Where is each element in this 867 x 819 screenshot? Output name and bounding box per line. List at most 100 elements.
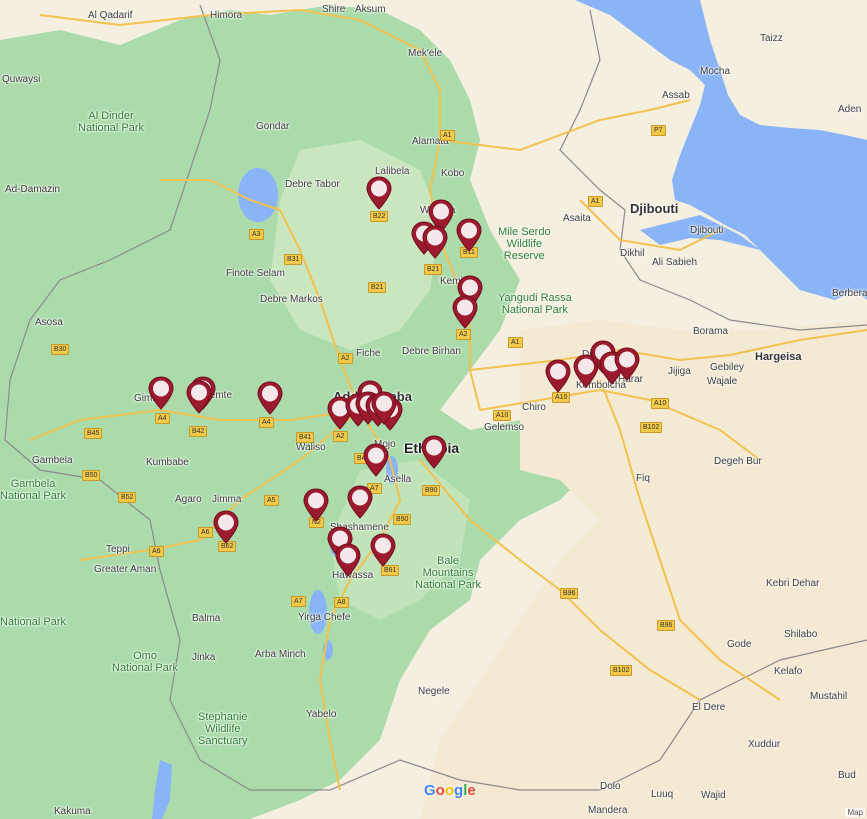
- label-debre-markos: Debre Markos: [260, 294, 323, 305]
- label-wajid: Wajid: [701, 790, 726, 801]
- road-shield: A6: [198, 527, 213, 538]
- label-arba-minch: Arba Minch: [255, 649, 306, 660]
- label-assab: Assab: [662, 90, 690, 101]
- map-pin-icon[interactable]: [347, 485, 373, 519]
- park-boma: National Park: [0, 616, 67, 628]
- road-shield: B50: [82, 470, 101, 481]
- map-pin-icon[interactable]: [335, 543, 361, 577]
- label-aden: Aden: [838, 104, 862, 115]
- map-pin-icon[interactable]: [614, 347, 640, 381]
- label-asosa: Asosa: [35, 317, 63, 328]
- map-viewport[interactable]: Ethiopia Djibouti Addis Ababa Hargeisa A…: [0, 0, 867, 819]
- label-mocha: Mocha: [700, 66, 731, 77]
- label-gondar: Gondar: [256, 121, 290, 132]
- park-stephanie: Stephanie Wildlife Sanctuary: [198, 711, 248, 747]
- road-shield: B96: [560, 588, 579, 599]
- map-pin-icon[interactable]: [213, 510, 239, 544]
- road-shield: B41: [296, 432, 315, 443]
- map-pin-icon[interactable]: [371, 391, 397, 425]
- label-kelafo: Kelafo: [774, 666, 803, 677]
- road-shield: A10: [493, 410, 512, 421]
- map-pin-icon[interactable]: [148, 376, 174, 410]
- park-yangudi-rassa: Yangudi Rassa National Park: [498, 292, 572, 316]
- label-dikhil: Dikhil: [620, 248, 645, 259]
- road-shield: A4: [259, 417, 274, 428]
- label-el-dere: El Dere: [692, 702, 726, 713]
- google-logo: Google: [424, 782, 476, 799]
- label-aksum: Aksum: [355, 4, 386, 15]
- map-pin-icon[interactable]: [257, 381, 283, 415]
- label-fiche: Fiche: [356, 348, 381, 359]
- label-kumbabe: Kumbabe: [146, 457, 189, 468]
- label-berbera: Berbera: [832, 288, 867, 299]
- label-wajale: Wajale: [707, 376, 738, 387]
- road-shield: B31: [284, 254, 303, 265]
- road-shield: B21: [368, 282, 387, 293]
- label-yabelo: Yabelo: [306, 709, 337, 720]
- road-shield: A3: [249, 229, 264, 240]
- label-kakuma: Kakuma: [54, 806, 91, 817]
- label-gambela: Gambela: [32, 455, 73, 466]
- road-shield: A5: [264, 495, 279, 506]
- road-shield: B102: [640, 422, 663, 433]
- map-pin-icon[interactable]: [366, 176, 392, 210]
- map-attribution[interactable]: Map: [845, 808, 865, 817]
- road-shield: A10: [651, 398, 670, 409]
- label-chiro: Chiro: [522, 402, 546, 413]
- label-mustahil: Mustahil: [810, 691, 848, 702]
- road-shield: A4: [155, 413, 170, 424]
- label-shire: Shire: [322, 4, 346, 15]
- road-shield: B52: [118, 492, 137, 503]
- label-mandera: Mandera: [588, 805, 628, 816]
- map-pin-icon[interactable]: [452, 295, 478, 329]
- label-debre-tabor: Debre Tabor: [285, 179, 340, 190]
- park-mile-serdo: Mile Serdo Wildlife Reserve: [498, 226, 551, 262]
- label-himora: Himora: [210, 10, 243, 21]
- label-taizz: Taizz: [760, 33, 783, 44]
- road-shield: A2: [456, 329, 471, 340]
- label-jimma: Jimma: [212, 494, 242, 505]
- map-pin-icon[interactable]: [456, 218, 482, 252]
- label-gelemso: Gelemso: [484, 422, 525, 433]
- road-shield: A7: [291, 596, 306, 607]
- label-debre-birhan: Debre Birhan: [402, 346, 461, 357]
- road-shield: B90: [393, 514, 412, 525]
- road-shield: A6: [149, 546, 164, 557]
- label-negele: Negele: [418, 686, 450, 697]
- label-djibouti-city: Djibouti: [690, 225, 724, 236]
- label-xuddur: Xuddur: [748, 739, 781, 750]
- label-kebri-dehar: Kebri Dehar: [766, 578, 820, 589]
- label-degeh-bur: Degeh Bur: [714, 456, 762, 467]
- label-ali-sabieh: Ali Sabieh: [652, 257, 698, 268]
- road-shield: A2: [333, 431, 348, 442]
- road-shield: A2: [338, 353, 353, 364]
- label-borama: Borama: [693, 326, 729, 337]
- road-shield: B45: [84, 428, 103, 439]
- label-gode: Gode: [727, 639, 752, 650]
- label-greater-aman: Greater Aman: [94, 564, 157, 575]
- map-pin-icon[interactable]: [370, 533, 396, 567]
- map-pin-icon[interactable]: [303, 488, 329, 522]
- road-shield: B102: [610, 665, 633, 676]
- label-al-qadarif: Al Qadarif: [88, 10, 133, 21]
- road-shield: A1: [508, 337, 523, 348]
- label-jinka: Jinka: [192, 652, 216, 663]
- map-pin-icon[interactable]: [545, 359, 571, 393]
- park-bale-mountains: Bale Mountains National Park: [415, 555, 482, 591]
- label-finote-selam: Finote Selam: [226, 268, 285, 279]
- map-pin-icon[interactable]: [421, 435, 447, 469]
- road-shield: A8: [334, 597, 349, 608]
- label-fiq: Fiq: [636, 473, 650, 484]
- label-gebiley: Gebiley: [710, 362, 744, 373]
- map-pin-icon[interactable]: [186, 380, 212, 414]
- road-shield: A1: [588, 196, 603, 207]
- label-dolo: Dolo: [600, 781, 621, 792]
- label-bud: Bud: [838, 770, 856, 781]
- label-waliso: Waliso: [296, 442, 326, 453]
- map-pin-icon[interactable]: [363, 443, 389, 477]
- map-pin-icon[interactable]: [422, 225, 448, 259]
- label-asaita: Asaita: [563, 213, 591, 224]
- label-balma: Balma: [192, 613, 221, 624]
- label-teppi: Teppi: [106, 544, 130, 555]
- label-ad-damazin: Ad-Damazin: [5, 184, 61, 195]
